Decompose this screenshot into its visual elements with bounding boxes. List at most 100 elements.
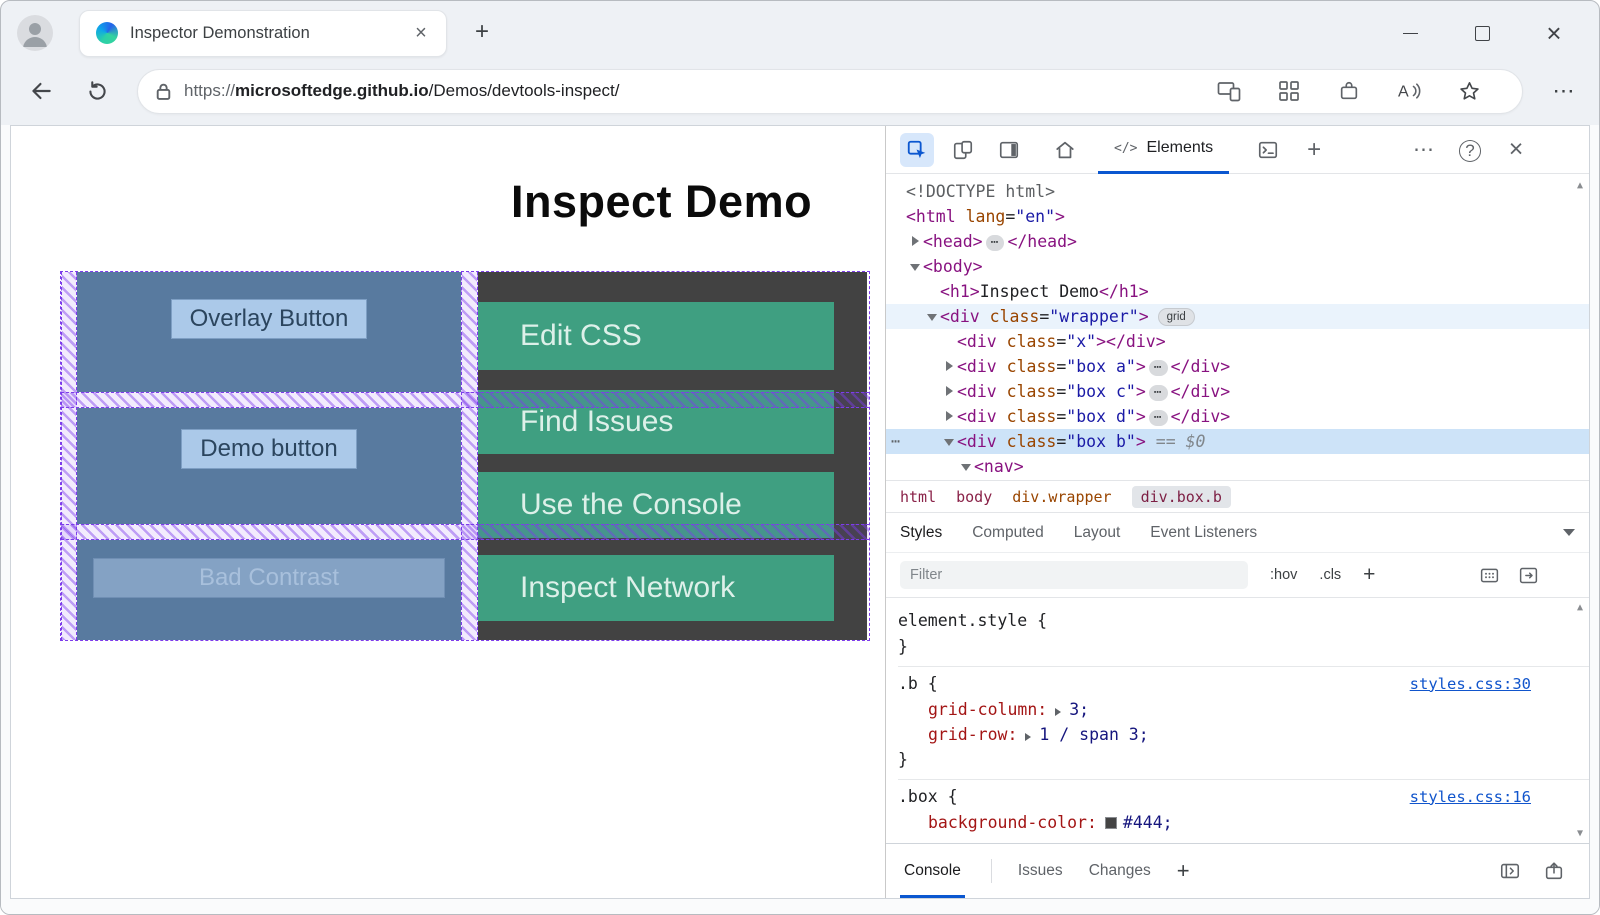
favorites-star-icon[interactable]	[1456, 78, 1482, 104]
source-link-b[interactable]: styles.css:30	[1410, 675, 1531, 693]
css-property-background-color[interactable]: background-color: #444;	[898, 810, 1589, 835]
new-style-rule-button[interactable]	[1363, 563, 1375, 587]
dom-row-div-x[interactable]: <div class="x"></div>	[886, 329, 1589, 354]
selector-b[interactable]: .b {	[898, 674, 938, 693]
devtools-panel: Elements <!DOCTYPE html> <html lang="en"…	[886, 126, 1589, 898]
rule-close-brace: }	[898, 750, 908, 769]
overlay-button[interactable]: Overlay Button	[170, 299, 368, 339]
dock-side-icon[interactable]	[992, 133, 1026, 167]
styles-pane: element.style { } .b { styles.css:30 gri…	[886, 598, 1589, 843]
person-icon	[23, 23, 47, 47]
dom-row-head[interactable]: <head> ⋯ </head>	[886, 229, 1589, 254]
console-panel-icon[interactable]	[1251, 133, 1285, 167]
demo-button[interactable]: Demo button	[181, 429, 357, 469]
grid-wrapper: Overlay Button Demo button Bad Contrast …	[60, 271, 870, 641]
expand-arrow-icon[interactable]	[943, 354, 955, 379]
apps-grid-icon[interactable]	[1276, 78, 1302, 104]
minimize-button[interactable]	[1387, 14, 1433, 52]
drawer-tab-issues[interactable]: Issues	[1018, 844, 1063, 898]
collapse-arrow-icon[interactable]	[960, 454, 972, 479]
pseudo-state-button[interactable]: :hov	[1270, 567, 1297, 583]
dom-row-html[interactable]: <html lang="en">	[886, 204, 1589, 229]
tab-device-icon[interactable]	[1216, 78, 1242, 104]
scroll-down-icon[interactable]: ▼	[1574, 828, 1586, 839]
expand-drawer-icon[interactable]	[1499, 860, 1521, 882]
tab-layout[interactable]: Layout	[1074, 524, 1121, 542]
selector-element-style[interactable]: element.style {	[898, 611, 1047, 630]
drawer-add-tab-button[interactable]	[1177, 858, 1190, 884]
dom-row-box-d[interactable]: <div class="box d"> ⋯ </div>	[886, 404, 1589, 429]
css-property-grid-column[interactable]: grid-column: 3;	[898, 697, 1589, 722]
node-menu-icon[interactable]	[891, 429, 900, 454]
elements-tab-label: Elements	[1146, 139, 1214, 156]
drawer-tab-console[interactable]: Console	[900, 844, 965, 898]
dom-row-body[interactable]: <body>	[886, 254, 1589, 279]
expand-arrow-icon[interactable]	[943, 404, 955, 429]
address-bar[interactable]: https://microsoftedge.github.io/Demos/de…	[137, 68, 1523, 114]
bad-contrast-button[interactable]: Bad Contrast	[93, 558, 445, 598]
dom-row-box-c[interactable]: <div class="box c"> ⋯ </div>	[886, 379, 1589, 404]
box-b: Edit CSS Find Issues Use the Console Ins…	[478, 272, 867, 640]
devtools-close-icon[interactable]	[1501, 135, 1531, 164]
browser-settings-icon[interactable]	[1547, 78, 1581, 104]
tab-close-icon[interactable]	[408, 20, 434, 46]
dom-row-nav[interactable]: <nav>	[886, 454, 1589, 479]
collections-bag-icon[interactable]	[1336, 78, 1362, 104]
dom-row-box-a[interactable]: <div class="box a"> ⋯ </div>	[886, 354, 1589, 379]
devtools-help-icon[interactable]	[1455, 138, 1485, 162]
browser-tab[interactable]: Inspector Demonstration	[79, 9, 447, 57]
dom-row-h1[interactable]: <h1>Inspect Demo</h1>	[886, 279, 1589, 304]
home-icon[interactable]	[1048, 133, 1082, 167]
css-property-grid-row[interactable]: grid-row: 1 / span 3;	[898, 722, 1589, 747]
styles-scrollbar[interactable]: ▲	[1574, 602, 1586, 839]
expand-arrow-icon[interactable]	[943, 379, 955, 404]
rendering-grid-icon[interactable]	[1479, 565, 1500, 586]
nav-link-inspect-network[interactable]: Inspect Network	[478, 555, 834, 621]
drawer-tab-changes[interactable]: Changes	[1089, 844, 1151, 898]
source-link-box[interactable]: styles.css:16	[1410, 788, 1531, 806]
nav-link-edit-css[interactable]: Edit CSS	[478, 302, 834, 370]
grid-overlay-row-gap-2	[61, 524, 869, 540]
window-close-button[interactable]	[1531, 14, 1577, 52]
breadcrumb-div-box-b[interactable]: div.box.b	[1131, 485, 1231, 508]
collapse-arrow-icon[interactable]	[909, 254, 921, 279]
collapse-arrow-icon[interactable]	[926, 304, 938, 329]
breadcrumb-html[interactable]: html	[900, 488, 936, 506]
back-button[interactable]	[25, 75, 57, 107]
refresh-button[interactable]	[81, 75, 113, 107]
expand-arrow-icon[interactable]	[909, 229, 921, 254]
selector-box[interactable]: .box {	[898, 787, 958, 806]
rule-element-style: element.style { }	[898, 604, 1589, 667]
device-emulation-icon[interactable]	[946, 133, 980, 167]
new-tab-button[interactable]	[465, 16, 499, 50]
expand-value-icon[interactable]	[1025, 733, 1035, 741]
class-toggle-button[interactable]: .cls	[1319, 567, 1341, 583]
collapse-arrow-icon[interactable]	[943, 429, 955, 454]
expand-value-icon[interactable]	[1055, 708, 1065, 716]
undock-drawer-icon[interactable]	[1543, 860, 1565, 882]
tab-styles[interactable]: Styles	[900, 524, 942, 542]
scroll-up-icon[interactable]: ▲	[1574, 180, 1586, 191]
tab-elements[interactable]: Elements	[1098, 126, 1230, 174]
color-swatch[interactable]	[1104, 817, 1117, 829]
devtools-more-icon[interactable]	[1409, 137, 1439, 162]
open-sidebar-icon[interactable]	[1518, 565, 1539, 586]
scroll-up-icon[interactable]: ▲	[1574, 602, 1586, 613]
dom-row-doctype[interactable]: <!DOCTYPE html>	[886, 179, 1589, 204]
inspect-element-icon[interactable]	[900, 132, 934, 167]
profile-avatar[interactable]	[17, 15, 53, 51]
breadcrumb-body[interactable]: body	[956, 488, 992, 506]
lock-icon[interactable]	[154, 75, 172, 107]
dom-row-wrapper[interactable]: <div class="wrapper"> grid	[886, 304, 1589, 329]
tab-computed[interactable]: Computed	[972, 524, 1044, 542]
breadcrumb-div-wrapper[interactable]: div.wrapper	[1012, 488, 1111, 506]
read-aloud-icon[interactable]: A	[1396, 78, 1422, 104]
dom-scrollbar[interactable]: ▲	[1574, 180, 1586, 191]
add-devtools-tab-button[interactable]	[1299, 136, 1329, 164]
url-text[interactable]: https://microsoftedge.github.io/Demos/de…	[184, 81, 1216, 101]
chevron-down-icon[interactable]	[1563, 527, 1575, 539]
maximize-button[interactable]	[1459, 14, 1505, 52]
tab-event-listeners[interactable]: Event Listeners	[1150, 524, 1257, 542]
dom-row-box-b-selected[interactable]: <div class="box b">== $0	[886, 429, 1589, 454]
styles-filter-input[interactable]	[900, 561, 1248, 589]
